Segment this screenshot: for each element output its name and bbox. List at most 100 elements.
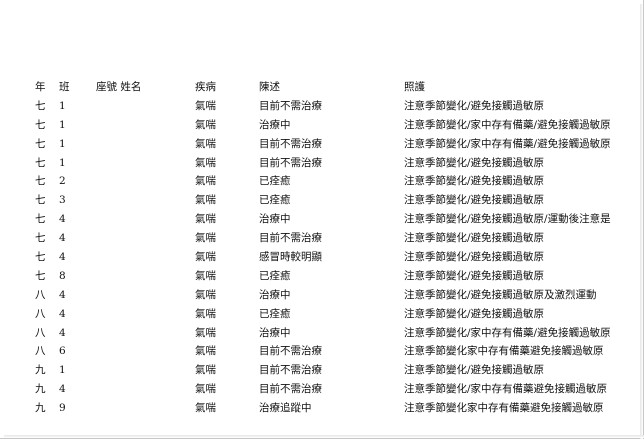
- cell-illness: 氣喘: [195, 99, 216, 112]
- cell-class: 4: [59, 232, 66, 245]
- cell-grade: 八: [35, 307, 46, 320]
- cell-condition: 已痊癒: [259, 194, 291, 207]
- cell-condition: 治療中: [259, 118, 291, 131]
- cell-illness: 氣喘: [195, 156, 216, 169]
- cell-illness: 氣喘: [195, 307, 216, 320]
- table-row: 九 1 氣喘 目前不需治療 注意季節變化/避免接觸過敏原: [0, 361, 644, 380]
- cell-illness: 氣喘: [195, 118, 216, 131]
- table-row: 八 4 氣喘 治療中 注意季節變化/家中存有備藥/避免接觸過敏原: [0, 324, 644, 343]
- cell-condition: 目前不需治療: [259, 364, 322, 377]
- cell-illness: 氣喘: [195, 232, 216, 245]
- cell-grade: 七: [35, 194, 46, 207]
- cell-care: 注意季節變化/家中存有備藥/避免接觸過敏原: [404, 118, 611, 131]
- header-condition: 陳述: [259, 81, 280, 93]
- cell-grade: 七: [35, 251, 46, 264]
- cell-class: 4: [59, 326, 66, 339]
- cell-condition: 治療追蹤中: [259, 402, 312, 415]
- cell-condition: 目前不需治療: [259, 156, 322, 169]
- cell-illness: 氣喘: [195, 364, 216, 377]
- table-row: 八 6 氣喘 目前不需治療 注意季節變化家中存有備藥避免接觸過敏原: [0, 342, 644, 361]
- cell-class: 4: [59, 213, 66, 226]
- table-row: 九 9 氣喘 治療追蹤中 注意季節變化家中存有備藥避免接觸過敏原: [0, 399, 644, 418]
- cell-class: 3: [59, 194, 66, 207]
- table-row: 七 4 氣喘 目前不需治療 注意季節變化/避免接觸過敏原: [0, 229, 644, 248]
- cell-grade: 七: [35, 156, 46, 169]
- cell-condition: 治療中: [259, 326, 291, 339]
- cell-class: 1: [59, 99, 66, 112]
- header-seat-name: 座號 姓名: [96, 81, 142, 93]
- table-row: 七 1 氣喘 目前不需治療 注意季節變化/家中存有備藥/避免接觸過敏原: [0, 135, 644, 154]
- cell-illness: 氣喘: [195, 251, 216, 264]
- table-row: 八 4 氣喘 已痊癒 注意季節變化/避免接觸過敏原: [0, 305, 644, 324]
- cell-class: 1: [59, 156, 66, 169]
- document-page: 年 班 座號 姓名 疾病 陳述 照護 七 1 氣喘 目前不需治療 注意季節變化/避免接觸…: [0, 0, 644, 439]
- table-header-row: 年 班 座號 姓名 疾病 陳述 照護: [0, 78, 644, 97]
- cell-care: 注意季節變化家中存有備藥避免接觸過敏原: [404, 345, 604, 358]
- cell-condition: 目前不需治療: [259, 345, 322, 358]
- table-row: 八 4 氣喘 治療中 注意季節變化/避免接觸過敏原及激烈運動: [0, 286, 644, 305]
- cell-care: 注意季節變化/家中存有備藥避免接觸過敏原: [404, 383, 608, 396]
- cell-care: 注意季節變化/避免接觸過敏原: [404, 269, 545, 282]
- cell-grade: 八: [35, 326, 46, 339]
- cell-care: 注意季節變化/避免接觸過敏原: [404, 99, 545, 112]
- cell-class: 9: [59, 402, 66, 415]
- cell-care: 注意季節變化/避免接觸過敏原: [404, 175, 545, 188]
- cell-care: 注意季節變化/避免接觸過敏原/運動後注意是: [404, 213, 611, 226]
- cell-grade: 七: [35, 232, 46, 245]
- table-row: 七 3 氣喘 已痊癒 注意季節變化/避免接觸過敏原: [0, 191, 644, 210]
- table-row: 七 4 氣喘 治療中 注意季節變化/避免接觸過敏原/運動後注意是: [0, 210, 644, 229]
- cell-class: 4: [59, 251, 66, 264]
- cell-class: 4: [59, 383, 66, 396]
- cell-class: 6: [59, 345, 66, 358]
- cell-care: 注意季節變化/家中存有備藥/避免接觸過敏原: [404, 326, 611, 339]
- cell-grade: 八: [35, 345, 46, 358]
- cell-grade: 七: [35, 99, 46, 112]
- cell-class: 1: [59, 118, 66, 131]
- cell-care: 注意季節變化/家中存有備藥/避免接觸過敏原: [404, 137, 611, 150]
- header-illness: 疾病: [195, 81, 216, 93]
- cell-grade: 七: [35, 269, 46, 282]
- cell-class: 1: [59, 364, 66, 377]
- cell-condition: 治療中: [259, 213, 291, 226]
- cell-illness: 氣喘: [195, 288, 216, 301]
- cell-grade: 七: [35, 213, 46, 226]
- cell-class: 1: [59, 137, 66, 150]
- cell-illness: 氣喘: [195, 383, 216, 396]
- header-class: 班: [59, 81, 70, 93]
- cell-illness: 氣喘: [195, 175, 216, 188]
- cell-care: 注意季節變化/避免接觸過敏原: [404, 307, 545, 320]
- table-row: 七 8 氣喘 已痊癒 注意季節變化/避免接觸過敏原: [0, 267, 644, 286]
- table-row: 七 1 氣喘 目前不需治療 注意季節變化/避免接觸過敏原: [0, 97, 644, 116]
- cell-illness: 氣喘: [195, 213, 216, 226]
- cell-condition: 目前不需治療: [259, 99, 322, 112]
- cell-class: 8: [59, 269, 66, 282]
- cell-condition: 已痊癒: [259, 175, 291, 188]
- cell-class: 4: [59, 288, 66, 301]
- cell-care: 注意季節變化家中存有備藥避免接觸過敏原: [404, 402, 604, 415]
- cell-care: 注意季節變化/避免接觸過敏原: [404, 156, 545, 169]
- cell-condition: 目前不需治療: [259, 232, 322, 245]
- cell-illness: 氣喘: [195, 326, 216, 339]
- cell-grade: 七: [35, 175, 46, 188]
- cell-class: 4: [59, 307, 66, 320]
- cell-grade: 九: [35, 383, 46, 396]
- cell-grade: 八: [35, 288, 46, 301]
- cell-condition: 治療中: [259, 288, 291, 301]
- cell-illness: 氣喘: [195, 345, 216, 358]
- table-row: 七 1 氣喘 目前不需治療 注意季節變化/避免接觸過敏原: [0, 154, 644, 173]
- cell-care: 注意季節變化/避免接觸過敏原: [404, 194, 545, 207]
- table-row: 九 4 氣喘 目前不需治療 注意季節變化/家中存有備藥避免接觸過敏原: [0, 380, 644, 399]
- header-care: 照護: [404, 81, 425, 93]
- cell-care: 注意季節變化/避免接觸過敏原: [404, 232, 545, 245]
- cell-grade: 七: [35, 118, 46, 131]
- cell-class: 2: [59, 175, 66, 188]
- cell-care: 注意季節變化/避免接觸過敏原: [404, 251, 545, 264]
- student-health-table: 年 班 座號 姓名 疾病 陳述 照護 七 1 氣喘 目前不需治療 注意季節變化/避免接觸…: [0, 78, 644, 418]
- cell-grade: 九: [35, 364, 46, 377]
- cell-grade: 九: [35, 402, 46, 415]
- table-body: 七 1 氣喘 目前不需治療 注意季節變化/避免接觸過敏原七 1 氣喘 治療中 注意季節變化/家中…: [0, 97, 644, 418]
- cell-condition: 已痊癒: [259, 307, 291, 320]
- cell-illness: 氣喘: [195, 402, 216, 415]
- table-row: 七 2 氣喘 已痊癒 注意季節變化/避免接觸過敏原: [0, 172, 644, 191]
- cell-care: 注意季節變化/避免接觸過敏原及激烈運動: [404, 288, 597, 301]
